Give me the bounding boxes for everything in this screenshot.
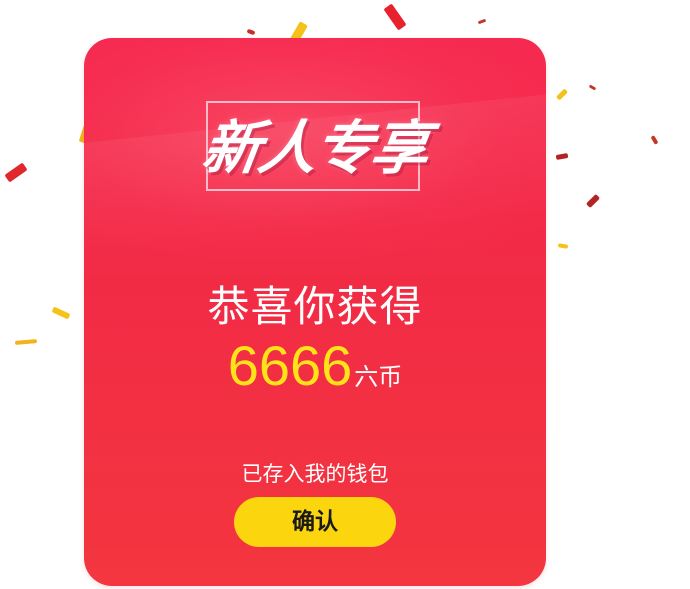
confetti-piece xyxy=(246,28,256,36)
confetti-piece xyxy=(555,152,569,161)
saved-to-wallet-text: 已存入我的钱包 xyxy=(241,462,389,486)
confetti-piece xyxy=(588,84,597,91)
confetti-piece xyxy=(555,88,569,101)
reward-amount-row: 6666六币 xyxy=(84,334,546,398)
reward-unit: 六币 xyxy=(354,363,403,391)
confetti-piece xyxy=(650,135,659,145)
confetti-piece xyxy=(51,306,71,320)
reward-amount: 6666 xyxy=(227,334,353,397)
page-stage: 新人专享 恭喜你获得 6666六币 已存入我的钱包 确认 xyxy=(0,0,690,589)
confirm-button[interactable]: 确认 xyxy=(234,497,396,547)
confetti-piece xyxy=(383,3,407,31)
card-title: 新人专享 xyxy=(198,114,432,182)
confetti-piece xyxy=(557,243,569,249)
confetti-piece xyxy=(14,339,38,345)
confetti-piece xyxy=(477,18,487,25)
confetti-piece xyxy=(585,193,601,209)
reward-card: 新人专享 恭喜你获得 6666六币 已存入我的钱包 确认 xyxy=(84,38,546,586)
confetti-piece xyxy=(4,162,28,183)
congrats-text: 恭喜你获得 xyxy=(207,282,423,331)
